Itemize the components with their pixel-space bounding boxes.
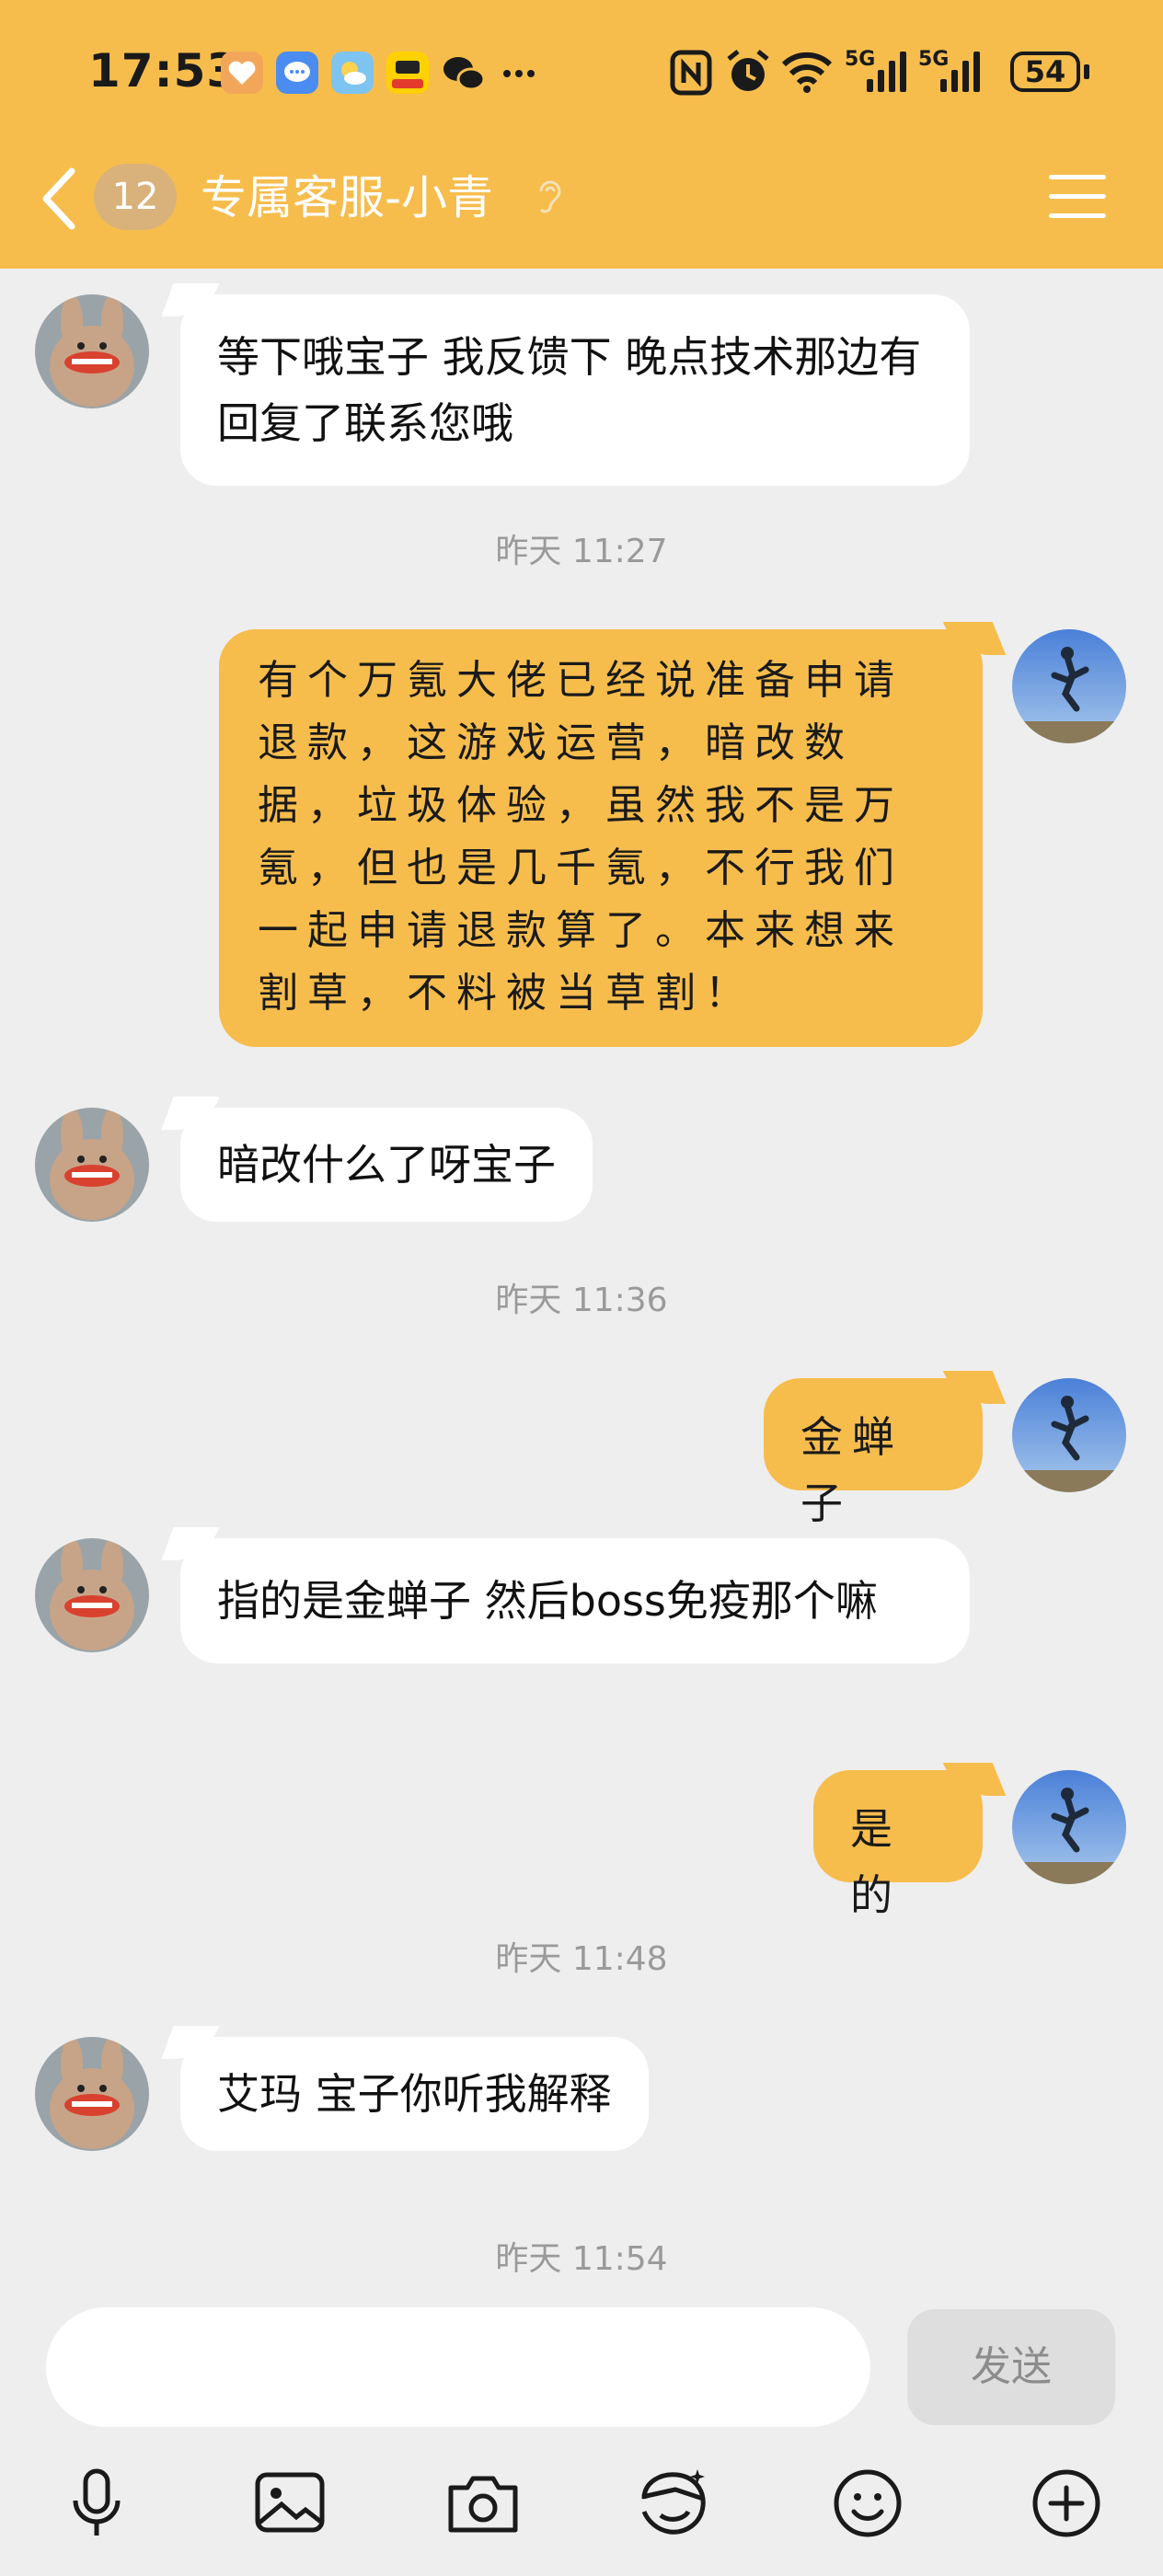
sticker-icon[interactable]	[633, 2462, 716, 2545]
message-sent: 有个万氪大佬已经说准备申请退款，这游戏运营，暗改数据，垃圾体验，虽然我不是万氪，…	[0, 629, 1163, 1047]
menu-icon[interactable]	[1049, 173, 1106, 221]
meituan-app-icon	[386, 52, 429, 94]
messages-app-icon	[276, 52, 318, 94]
status-bar: 17:53 5G 5G 54	[0, 0, 1163, 147]
message-received: 暗改什么了呀宝子	[0, 1108, 1163, 1227]
chat-title: 专属客服-小青	[201, 171, 494, 224]
message-bubble[interactable]: 有个万氪大佬已经说准备申请退款，这游戏运营，暗改数据，垃圾体验，虽然我不是万氪，…	[219, 629, 983, 1047]
chat-list[interactable]: 等下哦宝子 我反馈下 晚点技术那边有回复了联系您哦 昨天 11:27 有个万氪大…	[0, 269, 1163, 2272]
image-icon[interactable]	[248, 2462, 331, 2545]
emoji-icon[interactable]	[826, 2462, 909, 2545]
battery-level: 54	[1010, 52, 1080, 92]
status-time: 17:53	[88, 44, 240, 98]
weather-app-icon	[331, 52, 374, 94]
message-bubble[interactable]: 指的是金蝉子 然后boss免疫那个嘛	[180, 1538, 970, 1663]
wechat-icon	[442, 53, 486, 94]
unread-count-badge[interactable]: 12	[94, 164, 177, 230]
plus-icon[interactable]	[1025, 2462, 1108, 2545]
timestamp: 昨天 11:27	[495, 533, 668, 570]
nfc-icon	[670, 50, 712, 96]
agent-avatar[interactable]	[35, 1538, 149, 1652]
mic-icon[interactable]	[55, 2462, 138, 2545]
message-sent: 是的	[0, 1770, 1163, 1920]
message-bubble[interactable]: 艾玛 宝子你听我解释	[180, 2037, 649, 2151]
message-bubble[interactable]: 暗改什么了呀宝子	[180, 1108, 593, 1222]
alarm-icon	[725, 48, 771, 96]
camera-icon[interactable]	[442, 2462, 524, 2545]
message-bubble[interactable]: 等下哦宝子 我反馈下 晚点技术那边有回复了联系您哦	[180, 294, 970, 486]
message-bubble[interactable]: 是的	[813, 1770, 983, 1920]
message-sent: 金蝉子	[0, 1378, 1163, 1528]
back-icon[interactable]	[39, 166, 79, 232]
input-area: 发送	[0, 2272, 1163, 2576]
message-received: 指的是金蝉子 然后boss免疫那个嘛	[0, 1538, 1163, 1722]
user-avatar[interactable]	[1012, 1770, 1126, 1884]
message-received: 艾玛 宝子你听我解释	[0, 2037, 1163, 2156]
agent-avatar[interactable]	[35, 294, 149, 408]
signal1-icon	[865, 52, 909, 92]
timestamp: 昨天 11:48	[495, 1940, 668, 1978]
agent-avatar[interactable]	[35, 1108, 149, 1222]
message-received: 等下哦宝子 我反馈下 晚点技术那边有回复了联系您哦	[0, 294, 1163, 486]
timestamp: 昨天 11:36	[495, 1282, 668, 1319]
user-avatar[interactable]	[1012, 1378, 1126, 1492]
agent-avatar[interactable]	[35, 2037, 149, 2151]
message-input[interactable]	[46, 2307, 870, 2427]
timestamp: 昨天 11:54	[495, 2240, 668, 2272]
message-bubble[interactable]: 金蝉子	[764, 1378, 983, 1528]
wifi-icon	[780, 50, 834, 94]
ear-mode-icon[interactable]	[534, 177, 565, 219]
send-button[interactable]: 发送	[907, 2309, 1115, 2425]
battery-icon	[1084, 64, 1089, 79]
more-notifications-icon	[502, 64, 535, 77]
user-avatar[interactable]	[1012, 629, 1126, 743]
header: 17:53 5G 5G 54 12 专属客服-小青	[0, 0, 1163, 269]
signal2-icon	[938, 52, 983, 92]
health-app-icon	[221, 52, 263, 94]
